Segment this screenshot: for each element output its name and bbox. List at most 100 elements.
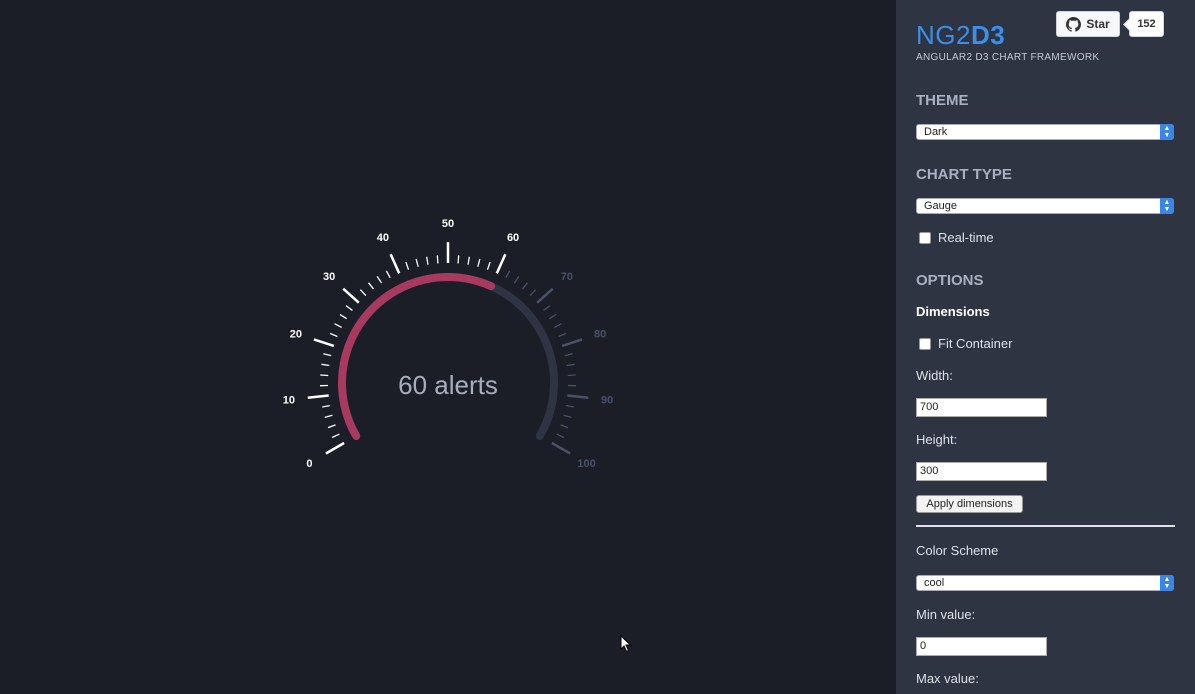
- gauge-minor-tick: [457, 255, 460, 264]
- chart-type-heading: CHART TYPE: [916, 166, 1012, 183]
- github-star-label: Star: [1086, 17, 1110, 31]
- gauge-minor-tick: [320, 374, 329, 377]
- divider: [916, 525, 1175, 527]
- gauge-minor-tick: [322, 404, 331, 408]
- gauge-minor-tick: [567, 374, 576, 377]
- gauge-minor-tick: [426, 256, 429, 265]
- apply-dimensions-button[interactable]: Apply dimensions: [916, 495, 1023, 513]
- realtime-label: Real-time: [938, 230, 994, 245]
- gauge-minor-tick: [367, 282, 374, 290]
- gauge-minor-tick: [558, 332, 567, 338]
- gauge-minor-tick: [554, 323, 562, 328]
- select-arrows-icon: ▲ ▼: [1160, 124, 1174, 140]
- gauge-major-tick: [325, 441, 345, 455]
- mouse-cursor-icon: [620, 635, 632, 653]
- gauge-minor-tick: [436, 255, 439, 264]
- chart-type-select-value: Gauge: [924, 200, 958, 212]
- gauge-tick-label: 90: [601, 395, 613, 407]
- gauge-tick-label: 0: [306, 458, 312, 470]
- realtime-checkbox[interactable]: [919, 232, 931, 244]
- github-star-button[interactable]: Star: [1056, 11, 1120, 37]
- gauge-major-tick: [389, 253, 401, 274]
- gauge-major-tick: [313, 338, 335, 348]
- logo-bold: D3: [970, 20, 1006, 50]
- gauge-center-text: 60 alerts: [398, 370, 498, 400]
- select-arrows-icon: ▲ ▼: [1160, 575, 1174, 591]
- gauge-minor-tick: [339, 313, 348, 320]
- gauge-minor-tick: [563, 414, 572, 419]
- gauge-tick-label: 30: [323, 271, 335, 283]
- gauge-minor-tick: [513, 276, 520, 284]
- theme-heading: THEME: [916, 92, 969, 109]
- max-value-label: Max value:: [916, 671, 979, 686]
- gauge-tick-label: 20: [290, 329, 302, 341]
- theme-select[interactable]: Dark ▲ ▼: [916, 124, 1174, 140]
- gauge-minor-tick: [321, 363, 330, 367]
- gauge-minor-tick: [477, 258, 481, 267]
- gauge-minor-tick: [566, 363, 575, 367]
- gauge-minor-tick: [385, 270, 391, 279]
- gauge-minor-tick: [486, 261, 491, 270]
- gauge-minor-tick: [359, 289, 367, 296]
- gauge-minor-tick: [376, 276, 383, 284]
- gauge-value-arc: [338, 273, 496, 440]
- fit-container-checkbox[interactable]: [919, 338, 931, 350]
- height-input[interactable]: 300: [916, 462, 1047, 481]
- theme-select-value: Dark: [924, 126, 948, 138]
- gauge-minor-tick: [505, 270, 511, 279]
- gauge-minor-tick: [564, 353, 573, 357]
- gauge-minor-tick: [556, 433, 565, 439]
- github-star-count[interactable]: 152: [1129, 11, 1164, 37]
- gauge-minor-tick: [331, 433, 340, 439]
- gauge-tick-label: 10: [283, 395, 295, 407]
- dimensions-heading: Dimensions: [916, 304, 990, 319]
- gauge-major-tick: [495, 253, 507, 274]
- fit-container-label: Fit Container: [938, 336, 1013, 351]
- github-icon: [1066, 16, 1082, 32]
- logo-light: NG2: [916, 20, 971, 50]
- select-arrows-icon: ▲ ▼: [1160, 198, 1174, 214]
- color-scheme-select[interactable]: cool ▲ ▼: [916, 575, 1174, 591]
- width-input[interactable]: 700: [916, 398, 1047, 417]
- gauge-minor-tick: [548, 313, 557, 320]
- gauge-minor-tick: [415, 258, 419, 267]
- height-label: Height:: [916, 432, 958, 447]
- gauge-major-tick: [536, 287, 554, 304]
- app-subtitle: ANGULAR2 D3 CHART FRAMEWORK: [916, 52, 1100, 63]
- sidebar: NG2D3 ANGULAR2 D3 CHART FRAMEWORK Star 1…: [896, 0, 1195, 694]
- gauge-tick-label: 70: [561, 271, 573, 283]
- width-label: Width:: [916, 368, 953, 383]
- gauge-minor-tick: [323, 353, 332, 357]
- gauge-major-tick: [342, 287, 360, 304]
- gauge-minor-tick: [324, 414, 333, 419]
- gauge-minor-tick: [327, 424, 336, 429]
- gauge-chart: 0 10 20 30 40 50 60 70 80 90 100 60 alerts: [283, 218, 613, 470]
- gauge-minor-tick: [543, 305, 551, 311]
- color-scheme-select-value: cool: [924, 577, 945, 589]
- gauge-minor-tick: [345, 305, 353, 311]
- gauge-minor-tick: [334, 323, 342, 328]
- gauge-minor-tick: [405, 261, 410, 270]
- gauge-tick-label: 40: [377, 232, 389, 244]
- min-value-input[interactable]: 0: [916, 637, 1047, 656]
- gauge-tick-label: 80: [594, 329, 606, 341]
- gauge-minor-tick: [522, 282, 529, 290]
- gauge-tick-label: 60: [507, 232, 519, 244]
- gauge-track-arc: [338, 273, 558, 440]
- color-scheme-label: Color Scheme: [916, 543, 999, 558]
- gauge-tick-label: 50: [442, 218, 454, 230]
- gauge-minor-tick: [560, 424, 569, 429]
- min-value-label: Min value:: [916, 607, 976, 622]
- gauge-major-tick: [561, 338, 583, 348]
- gauge-minor-tick: [565, 404, 574, 408]
- chart-area: 0 10 20 30 40 50 60 70 80 90 100 60 alerts: [0, 0, 896, 694]
- chart-type-select[interactable]: Gauge ▲ ▼: [916, 198, 1174, 214]
- gauge-major-tick: [567, 394, 589, 399]
- app-logo[interactable]: NG2D3: [916, 20, 1005, 51]
- gauge-major-tick: [307, 394, 329, 399]
- gauge-minor-tick: [329, 332, 338, 338]
- gauge-minor-tick: [529, 289, 537, 296]
- gauge-minor-tick: [467, 256, 470, 265]
- gauge-major-tick: [551, 441, 571, 455]
- options-heading: OPTIONS: [916, 272, 984, 289]
